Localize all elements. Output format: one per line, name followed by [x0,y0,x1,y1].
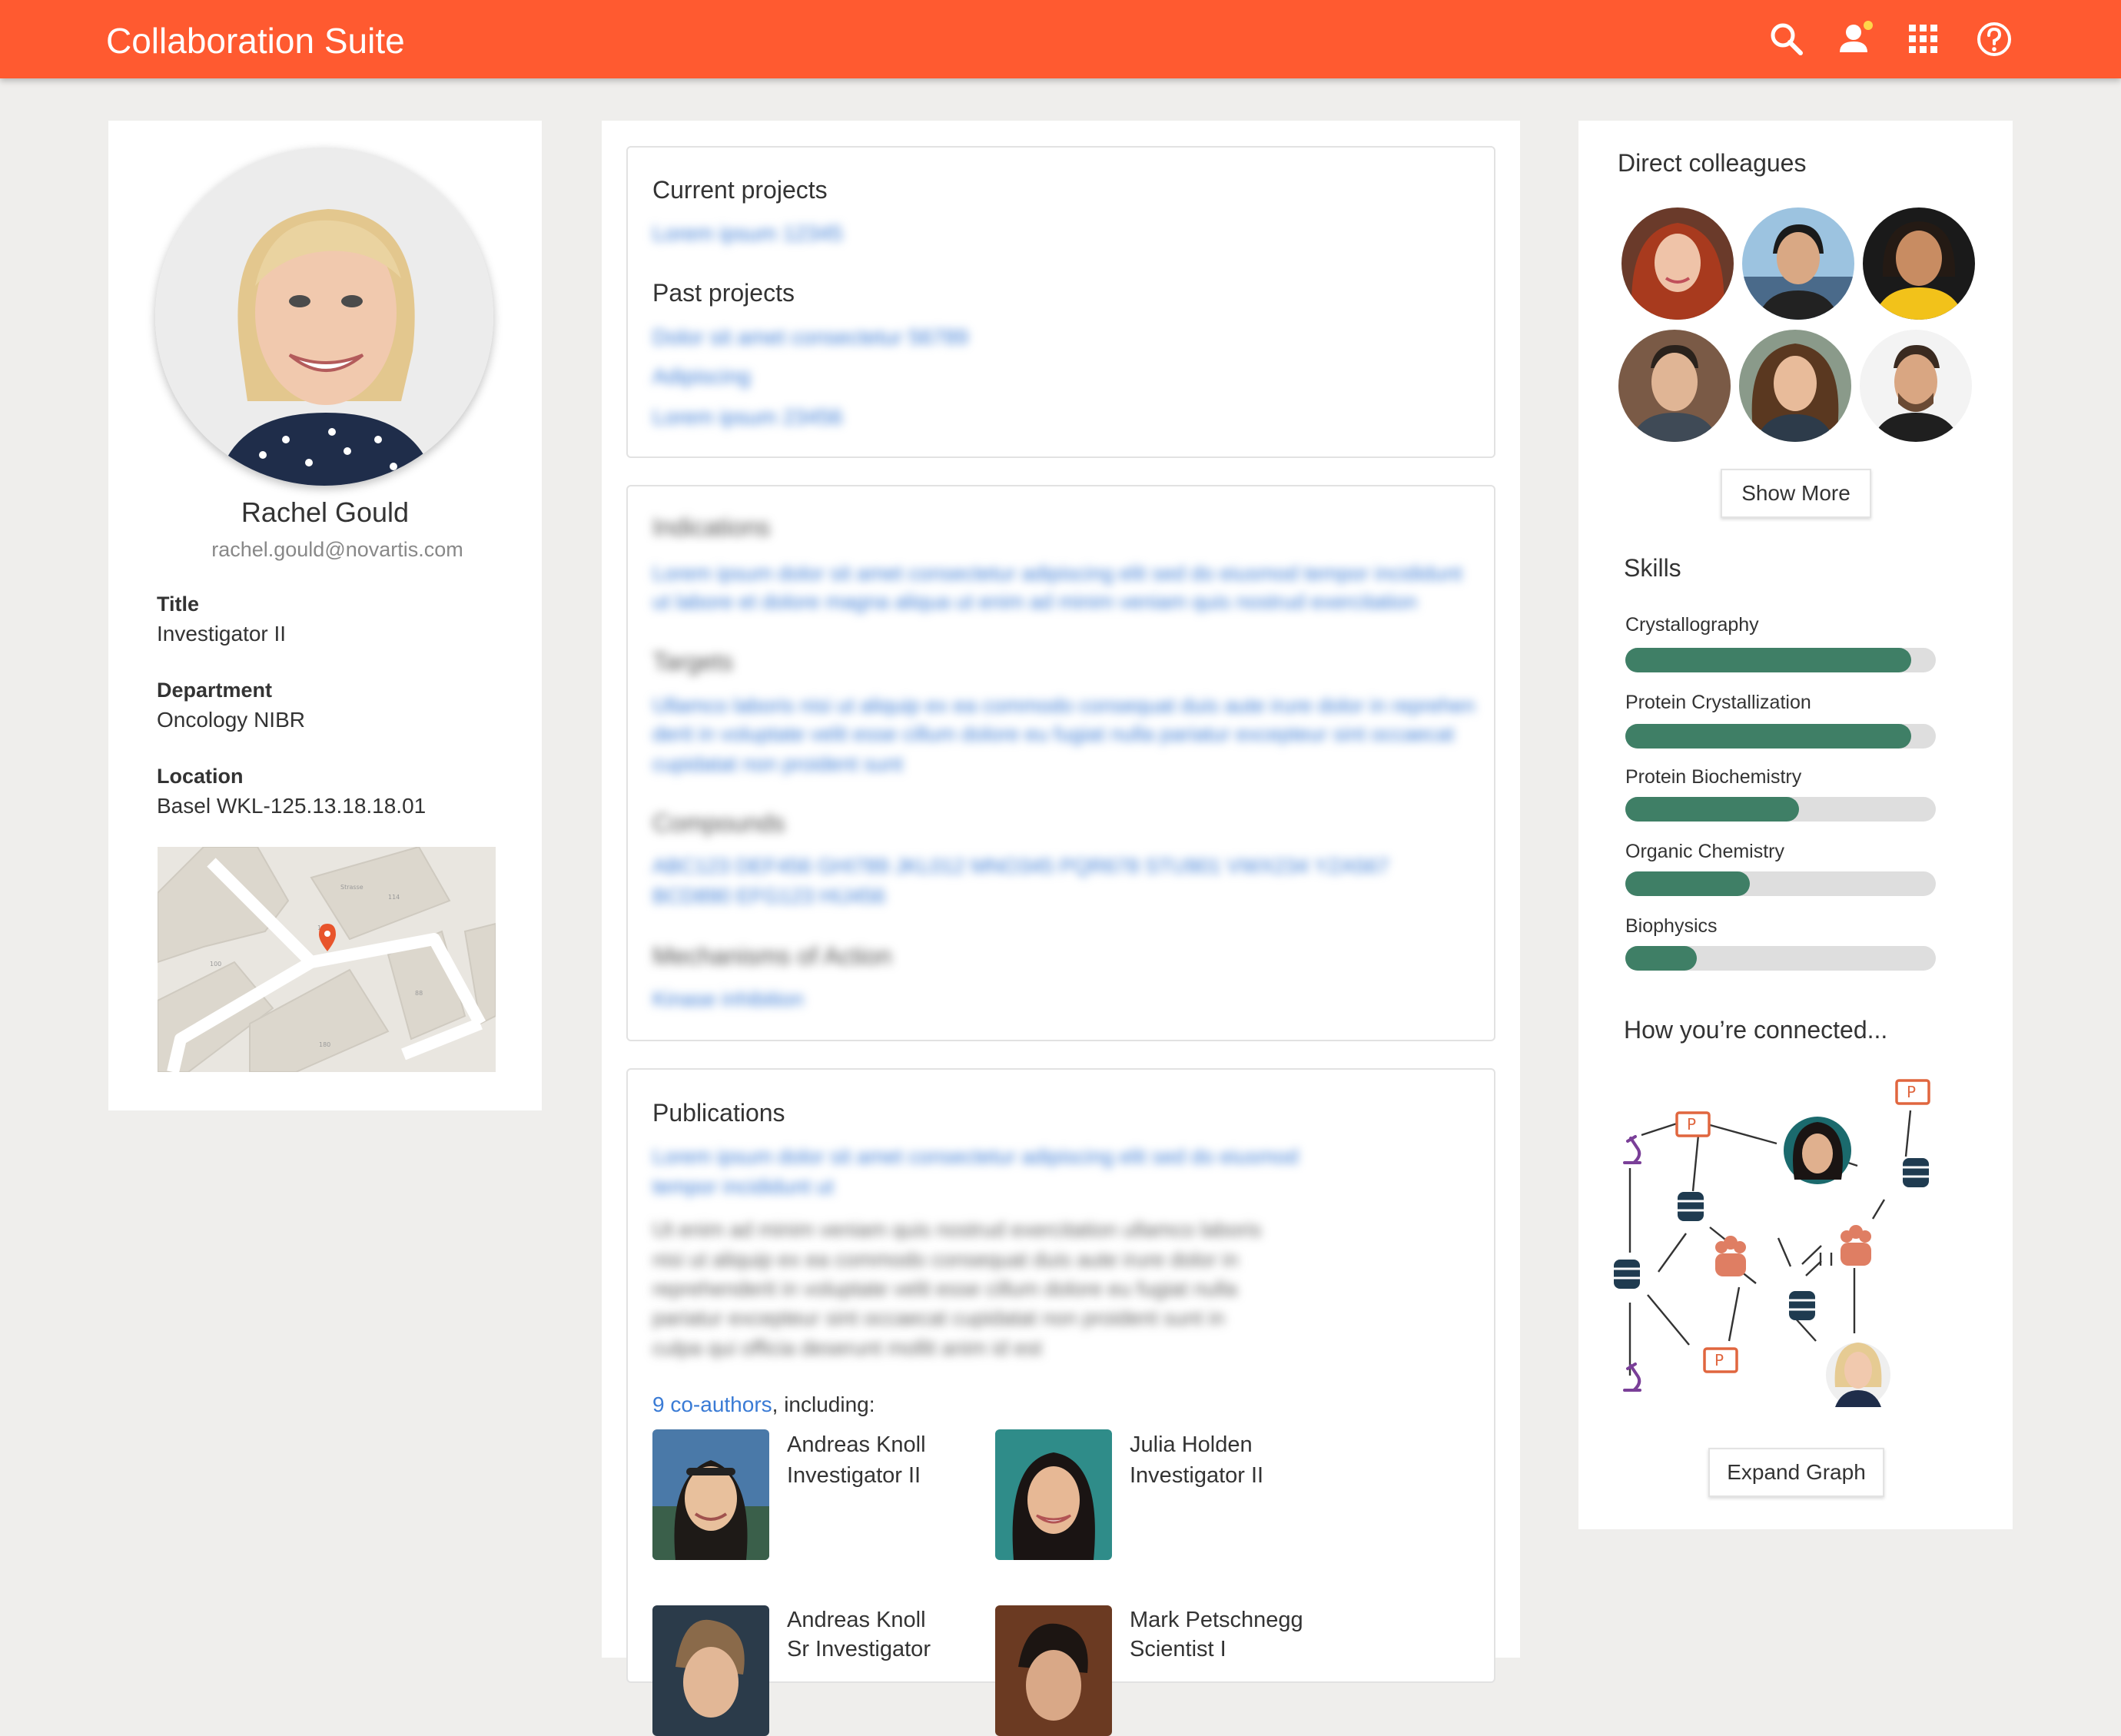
svg-text:114: 114 [388,894,400,901]
location-value: Basel WKL-125.13.18.18.01 [157,794,427,818]
compounds-line[interactable]: ABC123 DEF456 GHI789 JKL012 MNO345 PQR67… [652,855,1389,878]
skill-label: Protein Crystallization [1625,692,1811,713]
connection-graph[interactable]: P P P [1614,1064,1975,1418]
skill-bar [1625,797,1936,822]
indications-line[interactable]: Lorem ipsum dolor sit amet consectetur a… [652,562,1462,586]
compounds-title: Compounds [652,809,785,837]
coauthor-name[interactable]: Andreas Knoll [787,1432,926,1458]
publication-abstract-line: pariatur excepteur sint occaecat cupidat… [652,1306,1225,1329]
skill-label: Protein Biochemistry [1625,766,1802,788]
expand-graph-button[interactable]: Expand Graph [1708,1448,1884,1497]
connections-title: How you’re connected... [1624,1016,1888,1044]
department-value: Oncology NIBR [157,708,305,732]
publication-abstract-line: culpa qui officia deserunt mollit anim i… [652,1336,1042,1359]
coauthors-link[interactable]: 9 co-authors [652,1392,772,1416]
skill-bar-fill [1625,648,1911,672]
show-more-button[interactable]: Show More [1721,469,1871,518]
mechanisms-line[interactable]: Kinase inhibition [652,987,804,1011]
svg-text:P: P [1687,1115,1696,1134]
past-projects-title: Past projects [652,279,795,307]
skill-bar [1625,648,1936,672]
past-project-link[interactable]: Adipiscing [652,364,751,389]
account-notification-icon[interactable] [1834,17,1878,61]
svg-text:P: P [1907,1083,1916,1101]
indications-line[interactable]: ut labore et dolore magna aliqua ut enim… [652,590,1417,614]
skill-bar [1625,946,1936,971]
coauthor-role: Sr Investigator [787,1637,931,1661]
svg-text:P: P [1714,1351,1724,1369]
coauthor-name[interactable]: Mark Petschnegg [1130,1608,1303,1633]
publication-abstract-line: nisi ut aliquip ex ea commodo consequat … [652,1248,1239,1271]
past-project-link[interactable]: Lorem ipsum 23456 [652,405,842,430]
skill-bar [1625,871,1936,896]
skill-bar-fill [1625,871,1750,896]
publications-title: Publications [652,1099,785,1127]
publication-abstract-line: Ut enim ad minim veniam quis nostrud exe… [652,1218,1262,1241]
title-label: Title [157,592,200,616]
current-project-link[interactable]: Lorem ipsum 12345 [652,221,842,246]
search-icon[interactable] [1764,17,1809,61]
targets-line[interactable]: derit in voluptate velit esse cillum dol… [652,722,1454,746]
publication-title-link[interactable]: tempor incididunt ut [652,1175,834,1199]
targets-line[interactable]: Ullamco laboris nisi ut aliquip ex ea co… [652,694,1475,718]
help-icon[interactable] [1972,17,2016,61]
coauthor-photo[interactable] [995,1429,1112,1560]
svg-text:88: 88 [415,990,423,997]
database-icon [1614,1158,1929,1320]
targets-title: Targets [652,648,733,675]
direct-colleagues-title: Direct colleagues [1618,149,1807,177]
colleague-avatar[interactable] [1739,330,1851,442]
skill-label: Biophysics [1625,915,1718,937]
app-title[interactable]: Collaboration Suite [106,20,405,61]
skill-bar-fill [1625,724,1911,749]
colleague-avatar[interactable] [1618,330,1731,442]
coauthor-name[interactable]: Julia Holden [1130,1432,1253,1458]
profile-email[interactable]: rachel.gould@novartis.com [108,538,566,562]
location-label: Location [157,765,244,788]
coauthor-role: Investigator II [787,1463,921,1488]
compounds-line[interactable]: BCD890 EFG123 HIJ456 [652,885,885,908]
colleague-avatar[interactable] [1621,207,1734,320]
coauthor-photo[interactable] [652,1605,769,1736]
current-projects-title: Current projects [652,176,828,204]
skills-title: Skills [1624,554,1681,582]
skill-bar-fill [1625,797,1800,822]
colleague-node [1784,1117,1851,1184]
coauthor-photo[interactable] [995,1605,1112,1736]
skill-bar-fill [1625,946,1697,971]
svg-text:180: 180 [319,1041,330,1048]
app-bar: Collaboration Suite [0,0,2121,78]
team-icon [1715,1225,1871,1276]
skill-label: Organic Chemistry [1625,841,1784,862]
svg-text:Strasse: Strasse [340,884,363,891]
profile-name: Rachel Gould [241,496,410,528]
apps-grid-icon[interactable] [1901,17,1946,61]
targets-line[interactable]: cupidatat non proident sunt [652,752,903,776]
mechanisms-title: Mechanisms of Action [652,942,892,970]
skill-bar [1625,724,1936,749]
profile-photo [155,148,493,486]
department-label: Department [157,679,273,702]
coauthors-summary: 9 co-authors, including: [652,1392,875,1417]
colleague-avatar[interactable] [1742,207,1854,320]
coauthor-name[interactable]: Andreas Knoll [787,1608,926,1633]
coauthor-role: Investigator II [1130,1463,1264,1488]
colleague-avatar[interactable] [1863,207,1975,320]
svg-text:100: 100 [210,961,221,968]
coauthor-photo[interactable] [652,1429,769,1560]
profile-node [1826,1343,1890,1407]
title-value: Investigator II [157,622,287,646]
skill-label: Crystallography [1625,614,1759,636]
location-map[interactable]: Strasse 114 100 88 180 116 [158,847,496,1072]
coauthor-role: Scientist I [1130,1637,1226,1661]
coauthors-suffix: , including: [772,1392,875,1416]
indications-title: Indications [652,513,770,541]
publication-title-link[interactable]: Lorem ipsum dolor sit amet consectetur a… [652,1145,1298,1169]
past-project-link[interactable]: Dolor sit amet consectetur 56789 [652,325,968,350]
publication-abstract-line: reprehenderit in voluptate velit esse ci… [652,1277,1237,1300]
colleague-avatar[interactable] [1860,330,1972,442]
